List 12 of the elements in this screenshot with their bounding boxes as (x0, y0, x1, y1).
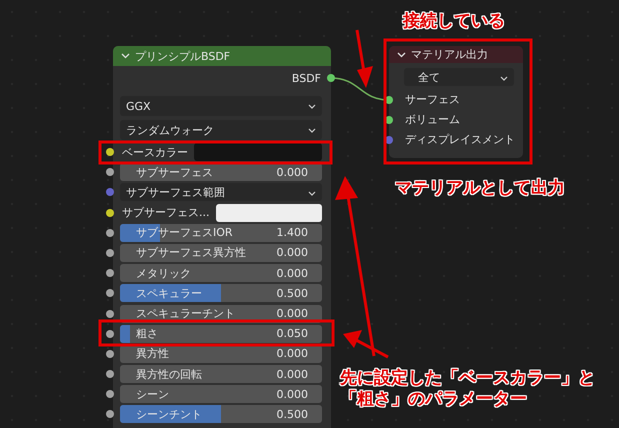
input-label: ボリューム (405, 112, 460, 126)
node-title: マテリアル出力 (411, 47, 488, 62)
node-title: プリンシプルBSDF (135, 48, 230, 64)
annotation-text: 「粗さ」のパラメーター (340, 389, 528, 410)
annotation-text: 接続している (403, 10, 505, 32)
annotation-text: マテリアルとして出力 (395, 177, 565, 199)
input-label: ディスプレイスメント (405, 132, 515, 146)
annotation-text: 先に設定した「ベースカラー」と (340, 368, 595, 389)
input-label: サブサーフェス... (121, 205, 210, 220)
input-label: サーフェス (405, 92, 460, 106)
input-label: ベースカラー (121, 144, 189, 160)
output-label: BSDF (292, 72, 321, 84)
